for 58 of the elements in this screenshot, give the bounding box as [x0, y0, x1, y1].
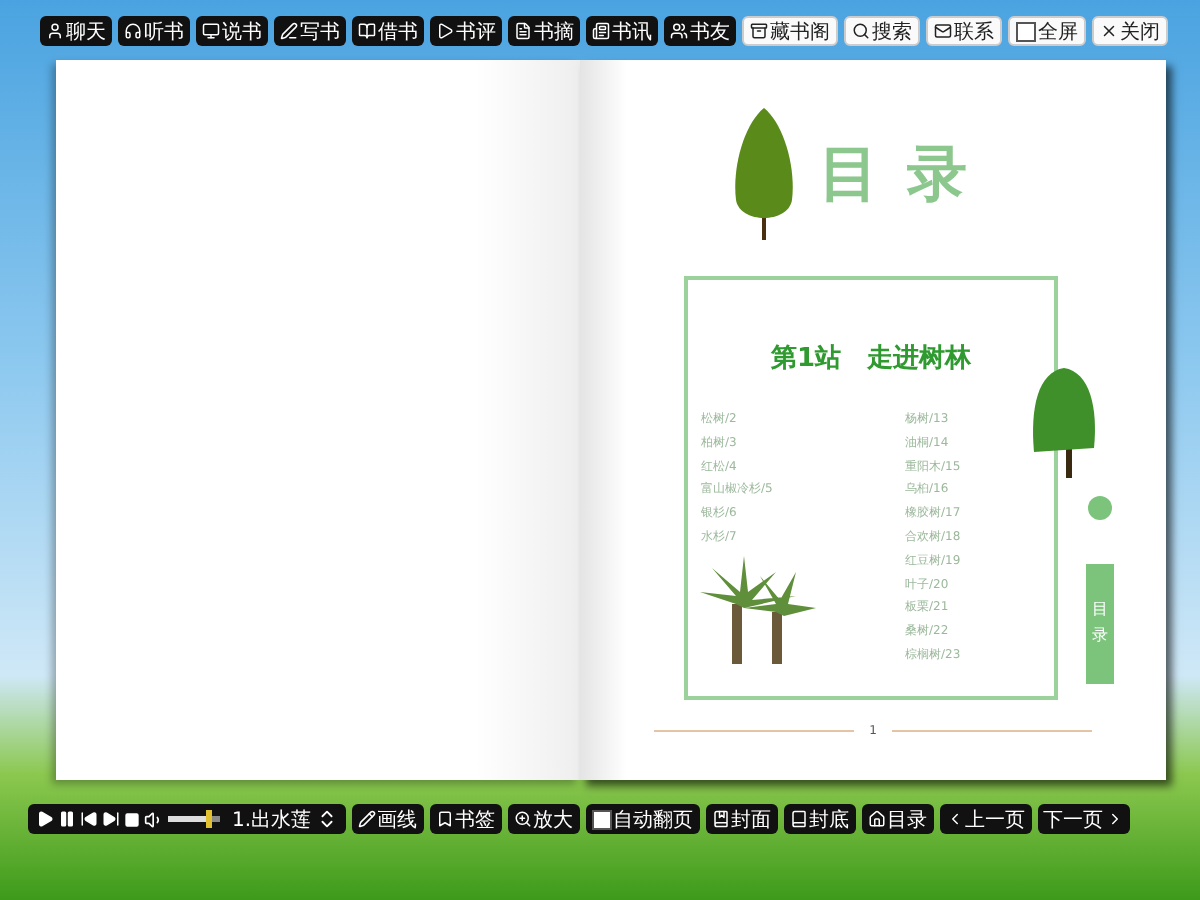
book-icon [358, 22, 376, 40]
toolbar-button[interactable]: 写书 [274, 16, 346, 46]
monitor-icon [202, 22, 220, 40]
toolbar-button[interactable]: 书签 [429, 804, 502, 834]
toolbar-button[interactable]: 上一页 [939, 804, 1032, 834]
volume-slider[interactable] [168, 816, 220, 822]
play-icon[interactable] [36, 810, 54, 828]
pen-icon [280, 22, 298, 40]
track-title: 1.出水莲 [232, 807, 312, 833]
toolbar-button[interactable]: 画线 [351, 804, 424, 834]
page-title: 目录 [819, 137, 995, 213]
bookmark-icon [435, 810, 454, 828]
toolbar-button[interactable]: 下一页 [1037, 804, 1130, 834]
document-icon [514, 22, 532, 40]
dot-icon [1088, 496, 1112, 520]
toolbar-button[interactable]: 说书 [196, 16, 268, 46]
toolbar-button[interactable]: 书友 [664, 16, 736, 46]
toolbar-button[interactable]: 封底 [783, 804, 856, 834]
checkbox[interactable] [591, 809, 612, 829]
toolbar-button[interactable]: 自动翻页 [585, 804, 700, 834]
person-icon [46, 22, 64, 40]
play-icon [436, 22, 454, 40]
fullscreen-button[interactable]: 全屏 [1008, 16, 1086, 46]
toolbar-button[interactable]: 搜索 [844, 16, 920, 46]
toolbar-button[interactable]: 藏书阁 [742, 16, 838, 46]
willow-tree-drawing [1030, 368, 1098, 478]
people-icon [670, 22, 688, 40]
headphones-icon [124, 22, 142, 40]
toolbar-button[interactable]: 听书 [118, 16, 190, 46]
close-button[interactable]: 关闭 [1092, 16, 1168, 46]
book-icon [789, 810, 808, 828]
chapter-heading: 第1站 走进树林 [770, 342, 972, 376]
pencil-icon [357, 810, 376, 828]
stop-icon[interactable] [124, 811, 140, 827]
toolbar-button[interactable]: 放大 [507, 804, 580, 834]
next-icon[interactable] [102, 810, 120, 828]
close-icon [1100, 22, 1118, 40]
toolbar-button[interactable]: 书评 [430, 16, 502, 46]
toolbar-button[interactable]: 封面 [705, 804, 778, 834]
toolbar-button[interactable]: 聊天 [40, 16, 112, 46]
pause-icon[interactable] [58, 810, 76, 828]
toolbar-button[interactable]: 书讯 [586, 16, 658, 46]
checkbox[interactable] [1016, 21, 1036, 41]
volume-icon [144, 809, 164, 829]
newspaper-icon [592, 22, 610, 40]
zoom-icon [513, 810, 532, 828]
tree-drawing [731, 108, 795, 240]
slider-thumb[interactable] [205, 810, 212, 828]
previous-icon[interactable] [80, 810, 98, 828]
toolbar-button[interactable]: 联系 [926, 16, 1002, 46]
toolbar-button[interactable]: 目录 [861, 804, 934, 834]
home-icon [867, 810, 886, 828]
book-icon [711, 810, 730, 828]
mail-icon [934, 22, 952, 40]
toolbar-button[interactable]: 借书 [352, 16, 424, 46]
toolbar-button[interactable]: 书摘 [508, 16, 580, 46]
search-icon [852, 22, 870, 40]
archive-icon [750, 22, 768, 40]
